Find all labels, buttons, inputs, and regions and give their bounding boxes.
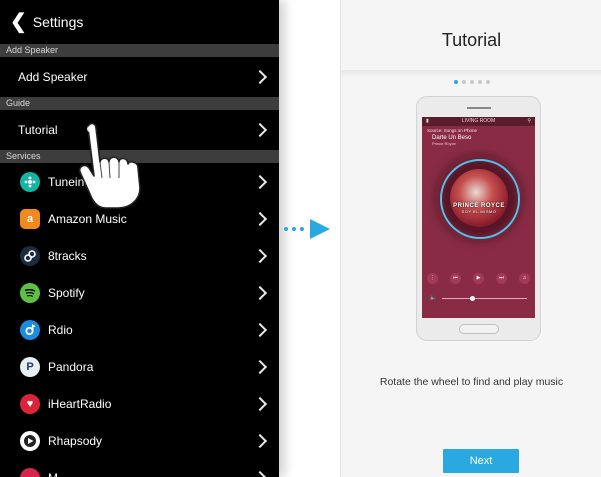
service-item-spotify[interactable]: Spotify: [0, 274, 279, 311]
chevron-right-icon: [252, 396, 268, 411]
page-dot[interactable]: [469, 80, 474, 84]
tutorial-label: Tutorial: [18, 123, 58, 137]
tunein-icon: [20, 171, 40, 192]
source-label: Source: Songs on Phone: [427, 128, 478, 133]
chevron-right-icon: [252, 285, 268, 300]
add-speaker-item[interactable]: Add Speaker: [0, 57, 279, 97]
rdio-icon: [20, 319, 40, 340]
chevron-right-icon: [252, 322, 268, 337]
arrow-right-icon: [284, 219, 330, 239]
settings-title: Settings: [32, 14, 84, 30]
chevron-right-icon: [252, 174, 268, 189]
search-icon: ⚲: [527, 118, 531, 124]
section-header-guide: Guide: [0, 97, 279, 110]
home-button: [459, 324, 499, 334]
page-dot[interactable]: [477, 80, 482, 84]
page-dot-active[interactable]: [453, 80, 458, 84]
spotify-icon: [20, 282, 40, 303]
album-text: PRINCE ROYCE SOY EL MISMO: [436, 203, 522, 214]
tutorial-screen: Tutorial ▮ LIVING ROOM ⚲ Source: Songs o…: [340, 0, 601, 477]
album-subtitle: SOY EL MISMO: [461, 209, 497, 214]
chevron-right-icon: [252, 359, 268, 374]
service-item-partial[interactable]: M: [0, 459, 279, 477]
chevron-right-icon: [252, 69, 268, 85]
previous-icon: ⏮: [450, 273, 461, 284]
rhapsody-icon: [20, 430, 40, 451]
chevron-right-icon: [252, 122, 268, 138]
phone-illustration: ▮ LIVING ROOM ⚲ Source: Songs on Phone D…: [416, 96, 541, 341]
service-label: iHeartRadio: [48, 396, 112, 411]
volume-slider: 🔈: [430, 295, 527, 302]
service-item-rhapsody[interactable]: Rhapsody: [0, 422, 279, 459]
page-indicator: [341, 80, 601, 84]
menu-icon: ▮: [426, 118, 429, 124]
iheartradio-icon: ♥: [20, 393, 40, 414]
chevron-right-icon: [252, 470, 268, 477]
header-divider: [341, 70, 601, 78]
volume-track: [442, 298, 527, 299]
phone-screen: ▮ LIVING ROOM ⚲ Source: Songs on Phone D…: [422, 117, 535, 318]
service-label: Spotify: [48, 285, 85, 300]
page-title: Tutorial: [441, 30, 502, 50]
chevron-right-icon: [252, 211, 268, 226]
next-icon: ⏭: [496, 273, 507, 284]
volume-knob: [470, 296, 475, 301]
phone-speaker: [467, 107, 491, 109]
volume-icon: 🔈: [430, 295, 437, 301]
player-header: ▮ LIVING ROOM ⚲: [422, 117, 535, 126]
page-dot[interactable]: [461, 80, 466, 84]
page-dot[interactable]: [485, 80, 490, 84]
pandora-icon: P: [20, 356, 40, 377]
settings-screen: ❮ Settings Add Speaker Add Speaker Guide…: [0, 0, 279, 477]
back-chevron-icon[interactable]: ❮: [10, 12, 27, 32]
next-button[interactable]: Next: [443, 449, 519, 473]
chevron-right-icon: [252, 248, 268, 263]
service-item-iheartradio[interactable]: ♥ iHeartRadio: [0, 385, 279, 422]
artist-name: Prince Royce: [432, 141, 456, 146]
service-label: 8tracks: [48, 248, 87, 263]
chevron-right-icon: [252, 433, 268, 448]
tutorial-caption: Rotate the wheel to find and play music: [379, 376, 564, 388]
settings-header: ❮ Settings: [0, 0, 279, 44]
service-item-8tracks[interactable]: 8tracks: [0, 237, 279, 274]
playback-controls: ⋮ ⏮ ▶ ⏭ ♫: [427, 273, 530, 284]
service-label: Pandora: [48, 359, 94, 374]
more-icon: ⋮: [427, 273, 438, 284]
partial-service-icon: [20, 467, 40, 477]
service-item-rdio[interactable]: Rdio: [0, 311, 279, 348]
8tracks-icon: [20, 245, 40, 266]
amazon-icon: a: [20, 208, 40, 229]
add-speaker-label: Add Speaker: [18, 70, 88, 84]
play-icon: ▶: [473, 273, 484, 284]
service-item-pandora[interactable]: P Pandora: [0, 348, 279, 385]
playlist-icon: ♫: [519, 273, 530, 284]
wheel-ring: [440, 159, 520, 239]
service-label: Rdio: [48, 322, 73, 337]
music-wheel: PRINCE ROYCE SOY EL MISMO: [436, 155, 522, 241]
tap-hand-icon: [78, 122, 141, 209]
service-label: Rhapsody: [48, 433, 103, 448]
service-label: Amazon Music: [48, 211, 127, 226]
room-name: LIVING ROOM: [461, 118, 496, 124]
service-label: M: [48, 471, 58, 477]
section-header-add-speaker: Add Speaker: [0, 44, 279, 57]
